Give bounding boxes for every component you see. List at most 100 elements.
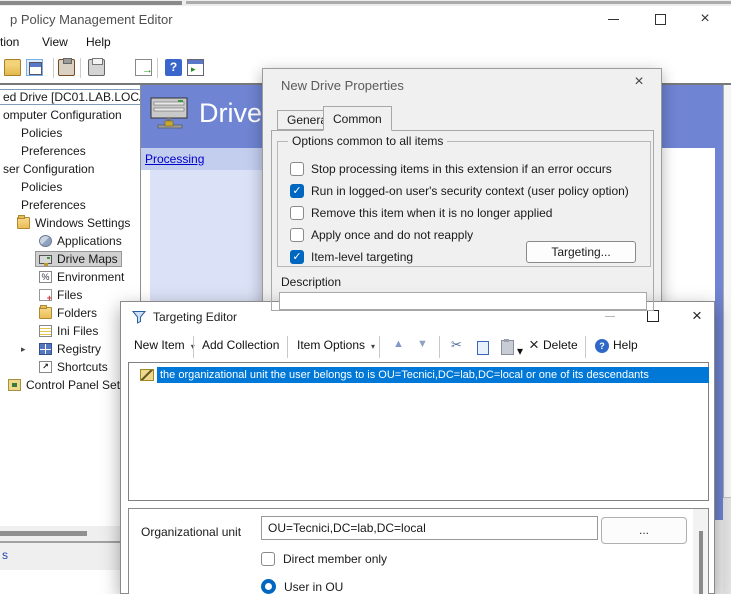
ou-item-icon <box>140 369 154 381</box>
close-icon[interactable]: × <box>683 302 711 330</box>
move-up-icon[interactable]: ▲ <box>393 338 404 350</box>
menu-view[interactable]: View <box>42 35 68 49</box>
pane-right-accent <box>715 85 723 520</box>
detail-scrollbar[interactable] <box>693 509 708 594</box>
targeting-editor-dialog: Targeting Editor × New Item▾ Add Collect… <box>120 301 715 594</box>
item-options-button[interactable]: Item Options▾ <box>297 338 375 352</box>
tree-item-shortcuts[interactable]: Shortcuts <box>0 358 140 376</box>
tree-item-windows-settings[interactable]: Windows Settings <box>0 214 140 232</box>
delete-button[interactable]: Delete <box>543 338 578 352</box>
tree-item-label: Control Panel Sett <box>26 378 123 392</box>
tree-item-label: Applications <box>57 234 122 248</box>
checkbox[interactable] <box>290 162 304 176</box>
paste-chevron-icon[interactable]: ▾ <box>517 344 523 358</box>
close-icon[interactable]: × <box>629 73 649 91</box>
printer-icon[interactable] <box>88 59 105 76</box>
tree-item-omputer-configuration[interactable]: omputer Configuration <box>0 106 140 124</box>
checkbox[interactable] <box>290 206 304 220</box>
tree-item-wrap: Policies <box>17 125 66 141</box>
tree-item-wrap: ser Configuration <box>0 161 98 177</box>
tree-item-label: ser Configuration <box>3 162 94 176</box>
direct-member-checkbox[interactable] <box>261 552 275 566</box>
tree-item-label: Shortcuts <box>57 360 108 374</box>
tree-item-wrap: Policies <box>17 179 66 195</box>
console-root-icon[interactable] <box>26 59 43 76</box>
new-item-button[interactable]: New Item▾ <box>134 338 195 352</box>
scrollbar-thumb[interactable] <box>699 531 703 594</box>
toolbar-separator <box>439 336 440 358</box>
menu-tion[interactable]: tion <box>0 35 19 49</box>
targeting-item-row[interactable]: the organizational unit the user belongs… <box>130 366 709 384</box>
checkbox[interactable] <box>290 228 304 242</box>
tree-item-policies[interactable]: Policies <box>0 178 140 196</box>
user-in-ou-radio[interactable] <box>261 579 276 594</box>
tree-item-folders[interactable]: Folders <box>0 304 140 322</box>
applications-icon <box>39 235 52 247</box>
tree-item-label: ed Drive [DC01.LAB.LOCA <box>3 90 141 104</box>
copy-icon[interactable] <box>477 341 489 355</box>
tree-item-policies[interactable]: Policies <box>0 124 140 142</box>
tree-item-environment[interactable]: Environment <box>0 268 140 286</box>
close-button[interactable]: × <box>690 6 720 32</box>
tree-item-preferences[interactable]: Preferences <box>0 196 140 214</box>
funnel-icon <box>132 310 146 324</box>
tree-item-files[interactable]: Files <box>0 286 140 304</box>
groupbox-label: Options common to all items <box>288 134 447 148</box>
tree-item-ed-drive-dc01-lab-loca[interactable]: ed Drive [DC01.LAB.LOCA <box>0 88 140 106</box>
refresh-icon[interactable] <box>113 59 130 76</box>
cut-icon[interactable]: ✂ <box>451 337 462 353</box>
tree-item-wrap: Files <box>35 287 86 303</box>
description-field[interactable] <box>279 292 647 310</box>
new-window-icon[interactable] <box>187 59 204 76</box>
export-list-icon[interactable] <box>135 59 152 76</box>
move-down-icon[interactable]: ▼ <box>417 338 428 350</box>
delete-x-icon[interactable]: × <box>529 335 539 355</box>
checkbox-label: Run in logged-on user's security context… <box>311 184 629 198</box>
checkbox[interactable] <box>290 184 304 198</box>
add-collection-button[interactable]: Add Collection <box>202 338 279 352</box>
organizational-unit-input[interactable]: OU=Tecnici,DC=lab,DC=local <box>261 516 598 540</box>
tree-horizontal-scrollbar[interactable] <box>0 526 140 541</box>
option-row: Run in logged-on user's security context… <box>290 183 629 199</box>
tree-item-wrap: omputer Configuration <box>0 107 126 123</box>
tree-item-wrap: Windows Settings <box>13 215 134 231</box>
tree-item-label: Policies <box>21 126 62 140</box>
checkbox-label: Stop processing items in this extension … <box>311 162 612 176</box>
tree-item-wrap: Applications <box>35 233 126 249</box>
status-strip: s <box>0 541 131 570</box>
tree-item-registry[interactable]: ▸ Registry <box>0 340 140 358</box>
minimize-button[interactable] <box>598 6 628 32</box>
menu-help[interactable]: Help <box>86 35 111 49</box>
tree-item-ser-configuration[interactable]: ser Configuration <box>0 160 140 178</box>
help-button[interactable]: Help <box>613 338 638 352</box>
open-folder-icon[interactable] <box>4 59 21 76</box>
help-topics-icon[interactable] <box>165 59 182 76</box>
status-text: s <box>2 548 8 562</box>
tree-item-ini-files[interactable]: Ini Files <box>0 322 140 340</box>
tree-item-label: Drive Maps <box>57 252 118 266</box>
tree-item-applications[interactable]: Applications <box>0 232 140 250</box>
scrollbar-thumb[interactable] <box>0 531 87 536</box>
targeting-button[interactable]: Targeting... <box>526 241 636 263</box>
checkbox-label: Remove this item when it is no longer ap… <box>311 206 552 220</box>
processing-link[interactable]: Processing <box>145 152 204 166</box>
option-row: Stop processing items in this extension … <box>290 161 612 177</box>
tree-item-wrap: Environment <box>35 269 128 285</box>
clipboard-icon[interactable] <box>58 59 75 76</box>
shortcuts-icon <box>39 361 52 373</box>
gpme-titlebar: p Policy Management Editor × <box>0 6 731 32</box>
tab-common[interactable]: Common <box>323 106 392 131</box>
expander-icon[interactable]: ▸ <box>21 344 26 355</box>
tree-item-label: Preferences <box>21 144 86 158</box>
maximize-button[interactable] <box>645 6 675 32</box>
tree-item-control-panel-sett[interactable]: Control Panel Sett <box>0 376 140 394</box>
tree-item-drive-maps[interactable]: Drive Maps <box>0 250 140 268</box>
checkbox[interactable] <box>290 250 304 264</box>
tree-item-preferences[interactable]: Preferences <box>0 142 140 160</box>
paste-icon[interactable] <box>501 340 514 355</box>
browse-button[interactable]: ... <box>601 517 687 544</box>
tree-item-label: Registry <box>57 342 101 356</box>
help-icon[interactable] <box>595 339 609 353</box>
environment-icon <box>39 271 52 283</box>
chevron-down-icon: ▾ <box>371 342 375 351</box>
